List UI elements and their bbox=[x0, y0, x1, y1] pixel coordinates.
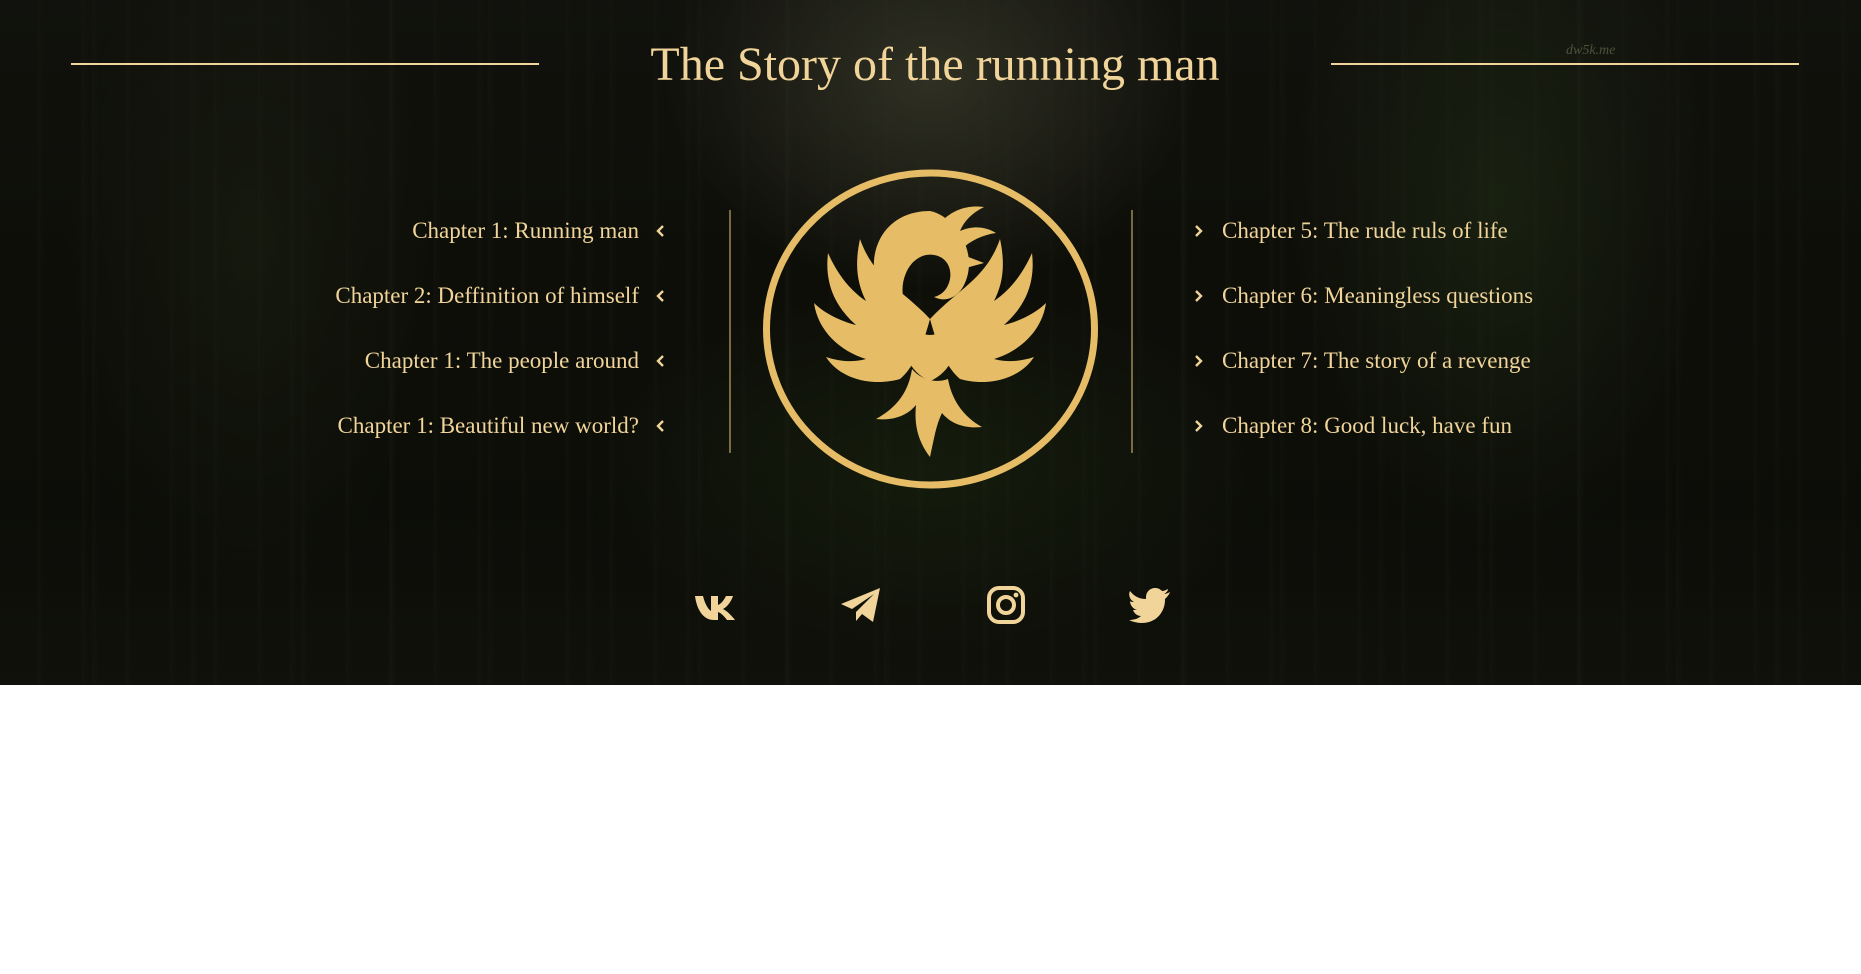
twitter-icon bbox=[1129, 588, 1170, 623]
chapter-link[interactable]: Chapter 8: Good luck, have fun bbox=[1190, 411, 1533, 441]
chevron-right-icon bbox=[1190, 223, 1206, 239]
chevron-right-icon bbox=[1190, 288, 1206, 304]
chapter-list-right: Chapter 5: The rude ruls of life Chapter… bbox=[1190, 216, 1533, 476]
vk-link[interactable] bbox=[693, 582, 739, 628]
chevron-left-icon bbox=[653, 288, 669, 304]
title-rule-left bbox=[71, 63, 539, 65]
chapter-label: Chapter 1: Beautiful new world? bbox=[337, 413, 639, 438]
page-title: The Story of the running man bbox=[650, 38, 1220, 91]
chapter-label: Chapter 1: The people around bbox=[364, 348, 639, 373]
social-links bbox=[693, 582, 1174, 628]
chevron-right-icon bbox=[1190, 418, 1206, 434]
chapter-link[interactable]: Chapter 2: Deffinition of himself bbox=[335, 281, 669, 311]
phoenix-emblem-icon bbox=[763, 169, 1098, 489]
chapter-link[interactable]: Chapter 1: Beautiful new world? bbox=[335, 411, 669, 441]
hero-section: The Story of the running man dw5k.me Cha… bbox=[0, 0, 1861, 685]
instagram-link[interactable] bbox=[983, 582, 1029, 628]
title-rule-right bbox=[1331, 63, 1799, 65]
watermark-text: dw5k.me bbox=[1566, 43, 1616, 58]
chapter-link[interactable]: Chapter 1: Running man bbox=[335, 216, 669, 246]
chevron-right-icon bbox=[1190, 353, 1206, 369]
twitter-link[interactable] bbox=[1128, 582, 1174, 628]
chapter-label: Chapter 6: Meaningless questions bbox=[1222, 283, 1534, 308]
chapter-link[interactable]: Chapter 5: The rude ruls of life bbox=[1190, 216, 1533, 246]
divider-left bbox=[729, 210, 731, 453]
chapter-link[interactable]: Chapter 7: The story of a revenge bbox=[1190, 346, 1533, 376]
chapter-link[interactable]: Chapter 6: Meaningless questions bbox=[1190, 281, 1533, 311]
chapter-label: Chapter 5: The rude ruls of life bbox=[1222, 218, 1508, 243]
chapter-list-left: Chapter 1: Running man Chapter 2: Deffin… bbox=[335, 216, 669, 476]
divider-right bbox=[1131, 210, 1133, 453]
chevron-left-icon bbox=[653, 223, 669, 239]
chapter-label: Chapter 2: Deffinition of himself bbox=[335, 283, 639, 308]
chapter-label: Chapter 7: The story of a revenge bbox=[1222, 348, 1531, 373]
telegram-link[interactable] bbox=[838, 582, 884, 628]
telegram-icon bbox=[841, 588, 880, 622]
chevron-left-icon bbox=[653, 418, 669, 434]
vk-icon bbox=[695, 596, 735, 620]
chapter-label: Chapter 8: Good luck, have fun bbox=[1222, 413, 1512, 438]
chapter-link[interactable]: Chapter 1: The people around bbox=[335, 346, 669, 376]
chapter-label: Chapter 1: Running man bbox=[412, 218, 639, 243]
instagram-icon bbox=[987, 586, 1025, 624]
chevron-left-icon bbox=[653, 353, 669, 369]
